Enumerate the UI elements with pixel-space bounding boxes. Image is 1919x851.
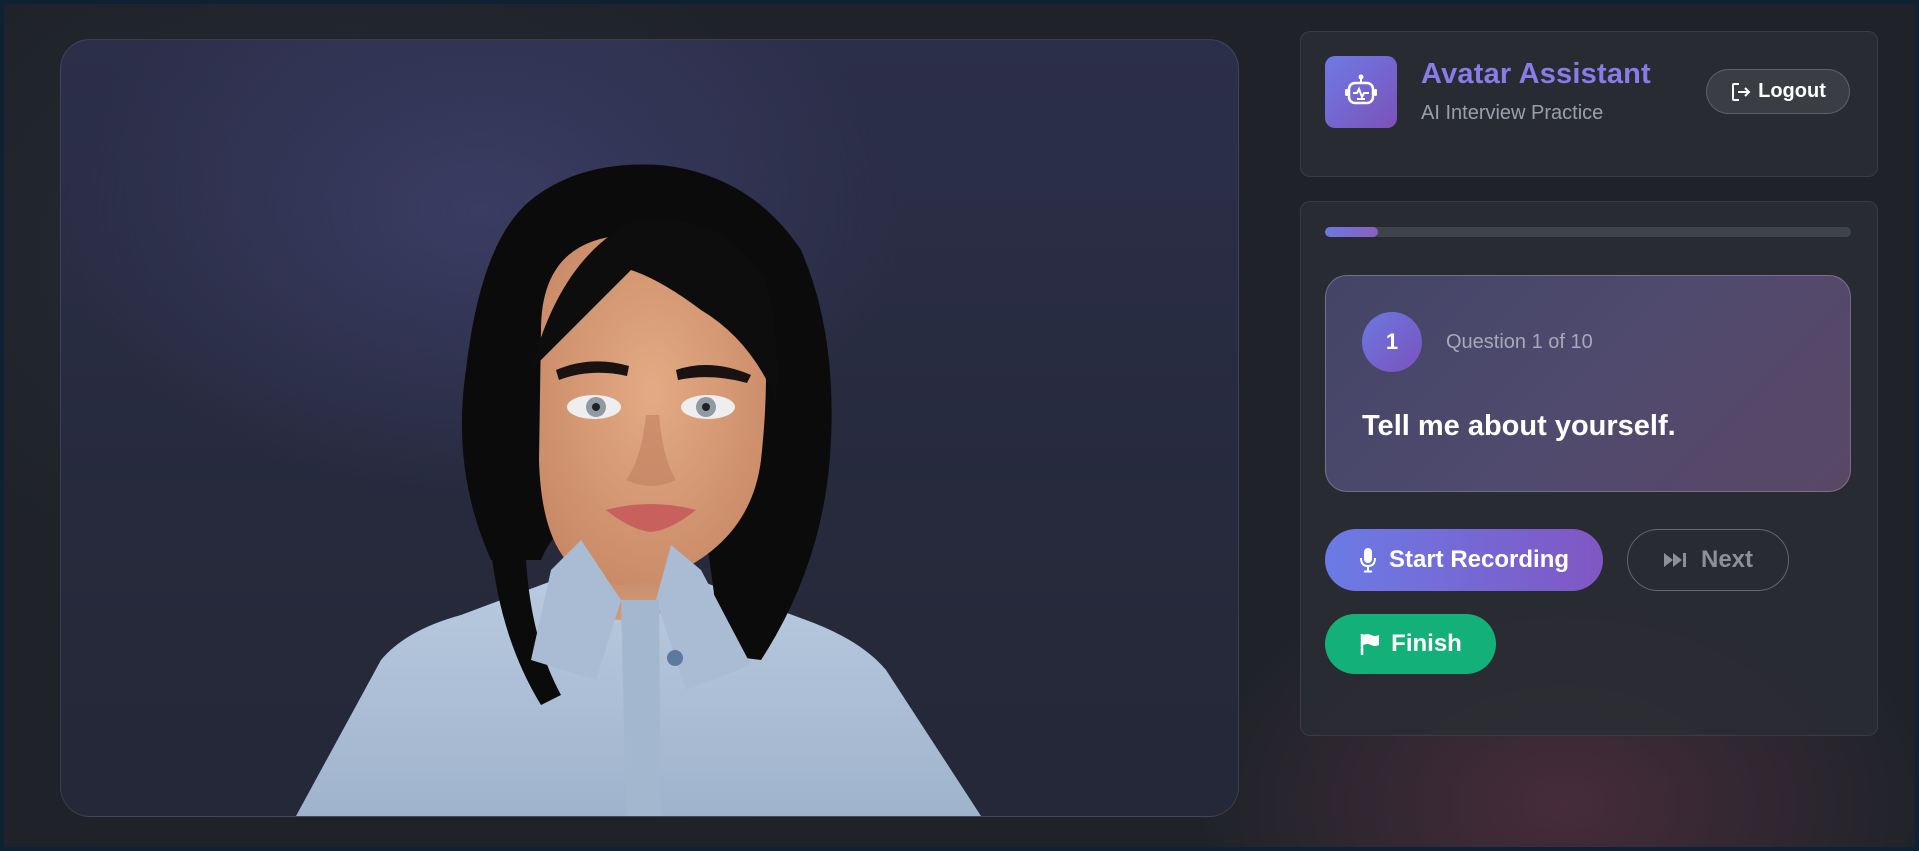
logout-icon bbox=[1730, 81, 1752, 103]
start-recording-button[interactable]: Start Recording bbox=[1325, 529, 1603, 591]
app-subtitle: AI Interview Practice bbox=[1421, 102, 1604, 124]
question-card: 1 Question 1 of 10 Tell me about yoursel… bbox=[1325, 275, 1851, 492]
microphone-icon bbox=[1359, 547, 1377, 573]
interview-card: 1 Question 1 of 10 Tell me about yoursel… bbox=[1300, 201, 1878, 736]
logout-button[interactable]: Logout bbox=[1706, 69, 1850, 114]
start-recording-label: Start Recording bbox=[1388, 546, 1570, 573]
finish-button[interactable]: Finish bbox=[1325, 614, 1496, 674]
robot-icon bbox=[1325, 56, 1397, 128]
question-counter: Question 1 of 10 bbox=[1446, 331, 1593, 353]
avatar-figure bbox=[296, 164, 981, 816]
question-number-badge: 1 bbox=[1362, 312, 1422, 372]
app-title: Avatar Assistant bbox=[1421, 58, 1651, 90]
finish-label: Finish bbox=[1391, 630, 1462, 657]
avatar-viewport bbox=[60, 39, 1239, 817]
flag-icon bbox=[1359, 632, 1381, 656]
progress-bar bbox=[1325, 227, 1851, 237]
header-card: Avatar Assistant AI Interview Practice L… bbox=[1300, 31, 1878, 177]
app-frame: Avatar Assistant AI Interview Practice L… bbox=[4, 4, 1915, 847]
progress-fill bbox=[1325, 227, 1378, 237]
fast-forward-icon bbox=[1663, 551, 1689, 569]
next-button[interactable]: Next bbox=[1627, 529, 1789, 591]
question-text: Tell me about yourself. bbox=[1362, 410, 1676, 442]
next-label: Next bbox=[1700, 546, 1754, 573]
logout-label: Logout bbox=[1758, 80, 1826, 102]
